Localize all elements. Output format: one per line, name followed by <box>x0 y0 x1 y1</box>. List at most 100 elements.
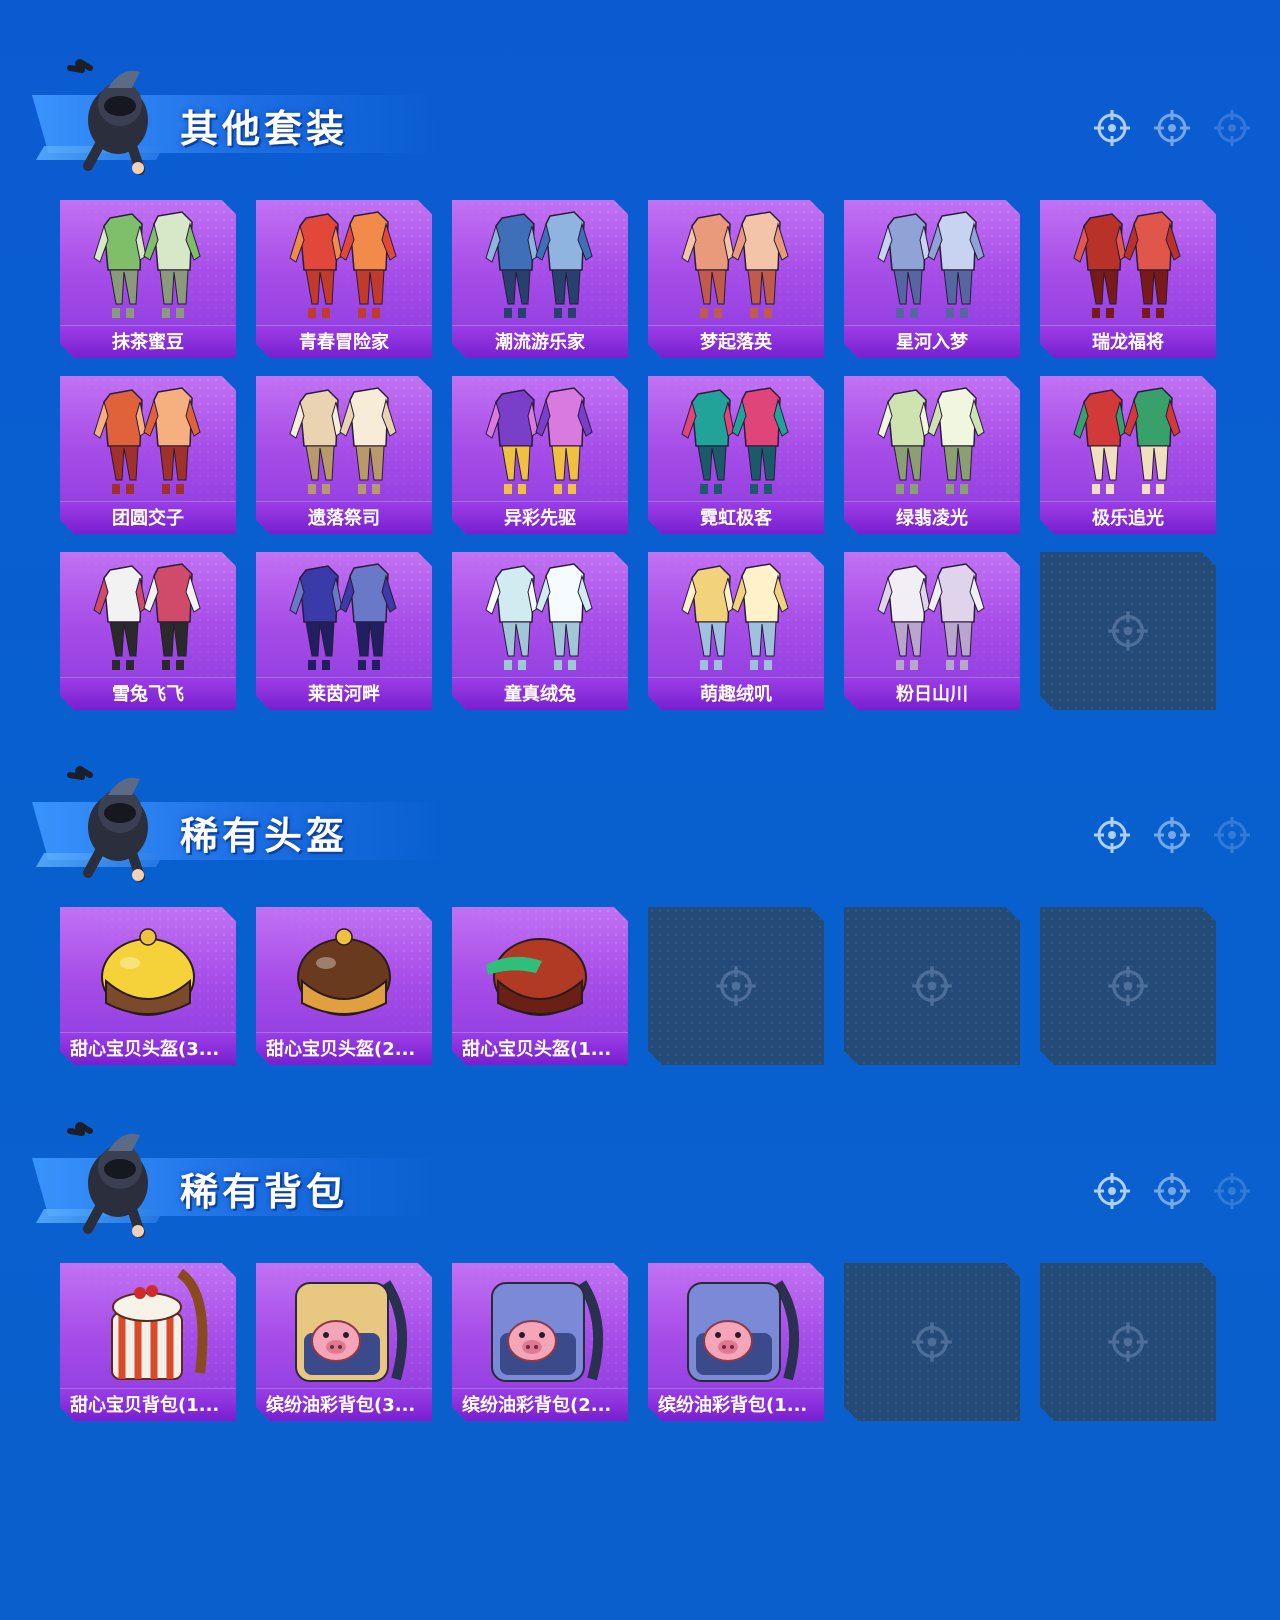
section-other-outfits: 其他套装 抹茶蜜豆 青春冒险家 潮流游乐家 梦起落英 星河入梦 瑞龙福将 团圆交… <box>0 59 1280 710</box>
item-label: 缤纷油彩背包(1... <box>648 1388 824 1421</box>
empty-slot <box>648 907 824 1065</box>
item-card[interactable]: 缤纷油彩背包(2... <box>452 1263 628 1421</box>
outfit-image <box>681 387 789 494</box>
empty-slot <box>1040 1263 1216 1421</box>
item-card[interactable]: 甜心宝贝头盔(1... <box>452 907 628 1065</box>
item-card[interactable]: 莱茵河畔 <box>256 552 432 710</box>
item-card[interactable]: 潮流游乐家 <box>452 200 628 358</box>
item-card[interactable]: 萌趣绒叽 <box>648 552 824 710</box>
outfit-image <box>93 211 201 318</box>
crosshair-icon <box>1154 110 1190 146</box>
item-label: 绿翡凌光 <box>844 501 1020 534</box>
outfit-image <box>289 563 397 670</box>
crosshair-icon <box>1154 817 1190 853</box>
skydiver-mascot-icon <box>67 59 148 175</box>
item-label: 瑞龙福将 <box>1040 325 1216 358</box>
item-card[interactable]: 团圆交子 <box>60 376 236 534</box>
item-label: 团圆交子 <box>60 501 236 534</box>
crosshair-icon <box>1108 1322 1148 1362</box>
item-card[interactable]: 雪兔飞飞 <box>60 552 236 710</box>
section-title: 稀有背包 <box>180 1170 349 1214</box>
item-card[interactable]: 甜心宝贝头盔(2... <box>256 907 432 1065</box>
backpack-image <box>491 1280 604 1382</box>
item-label: 雪兔飞飞 <box>60 677 236 710</box>
backpack-image <box>111 1268 208 1380</box>
item-label: 异彩先驱 <box>452 501 628 534</box>
empty-slot <box>1040 552 1216 710</box>
item-label: 潮流游乐家 <box>452 325 628 358</box>
outfit-image <box>1073 211 1181 318</box>
item-card[interactable]: 童真绒兔 <box>452 552 628 710</box>
item-card[interactable]: 粉日山川 <box>844 552 1020 710</box>
outfit-image <box>1073 387 1181 494</box>
item-card[interactable]: 缤纷油彩背包(3... <box>256 1263 432 1421</box>
header-decor <box>1092 815 1252 855</box>
outfit-image <box>485 211 593 318</box>
crosshair-icon <box>1214 817 1250 853</box>
item-card[interactable]: 甜心宝贝头盔(3... <box>60 907 236 1065</box>
crosshair-icon <box>1108 966 1148 1006</box>
helmet-image <box>297 928 391 1016</box>
outfit-image <box>289 211 397 318</box>
item-card[interactable]: 极乐追光 <box>1040 376 1216 534</box>
item-card[interactable]: 绿翡凌光 <box>844 376 1020 534</box>
outfit-image <box>93 387 201 494</box>
crosshair-icon <box>1154 1173 1190 1209</box>
backpack-image <box>687 1280 800 1382</box>
empty-slot <box>844 1263 1020 1421</box>
item-label: 缤纷油彩背包(2... <box>452 1388 628 1421</box>
item-card[interactable]: 遗落祭司 <box>256 376 432 534</box>
crosshair-icon <box>1214 110 1250 146</box>
item-label: 抹茶蜜豆 <box>60 325 236 358</box>
item-label: 青春冒险家 <box>256 325 432 358</box>
section-title: 稀有头盔 <box>180 814 349 858</box>
item-card[interactable]: 甜心宝贝背包(1... <box>60 1263 236 1421</box>
crosshair-icon <box>912 1322 952 1362</box>
section-header: 稀有背包 <box>0 1122 1280 1243</box>
crosshair-icon <box>912 966 952 1006</box>
item-label: 莱茵河畔 <box>256 677 432 710</box>
crosshair-icon <box>1214 1173 1250 1209</box>
item-label: 粉日山川 <box>844 677 1020 710</box>
empty-slot <box>1040 907 1216 1065</box>
outfit-image <box>681 563 789 670</box>
section-title: 其他套装 <box>180 107 349 151</box>
outfit-image <box>485 563 593 670</box>
backpack-image <box>295 1280 408 1382</box>
item-label: 遗落祭司 <box>256 501 432 534</box>
item-label: 甜心宝贝头盔(3... <box>60 1032 236 1065</box>
crosshair-icon <box>1108 611 1148 651</box>
outfit-image <box>877 387 985 494</box>
item-label: 霓虹极客 <box>648 501 824 534</box>
item-card[interactable]: 霓虹极客 <box>648 376 824 534</box>
header-decor <box>1092 108 1252 148</box>
item-card[interactable]: 异彩先驱 <box>452 376 628 534</box>
skydiver-mascot-icon <box>67 1122 148 1238</box>
section-header: 稀有头盔 <box>0 766 1280 887</box>
section-rare-helmets: 稀有头盔 甜心宝贝头盔(3... 甜心宝贝头盔(2... 甜心宝贝头盔(1... <box>0 766 1280 1065</box>
item-label: 甜心宝贝背包(1... <box>60 1388 236 1421</box>
item-card[interactable]: 瑞龙福将 <box>1040 200 1216 358</box>
outfit-image <box>93 563 201 670</box>
helmet-image <box>486 938 587 1016</box>
outfit-image <box>289 387 397 494</box>
item-card[interactable]: 抹茶蜜豆 <box>60 200 236 358</box>
item-label: 萌趣绒叽 <box>648 677 824 710</box>
item-card[interactable]: 缤纷油彩背包(1... <box>648 1263 824 1421</box>
section-rare-backpacks: 稀有背包 甜心宝贝背包(1... 缤纷油彩背包(3... 缤纷油彩背包(2... <box>0 1122 1280 1421</box>
helmet-image <box>101 928 195 1016</box>
outfit-image <box>681 211 789 318</box>
crosshair-icon <box>716 966 756 1006</box>
item-label: 缤纷油彩背包(3... <box>256 1388 432 1421</box>
item-label: 极乐追光 <box>1040 501 1216 534</box>
crosshair-icon <box>1094 1173 1130 1209</box>
item-label: 梦起落英 <box>648 325 824 358</box>
outfit-image <box>485 387 593 494</box>
item-label: 童真绒兔 <box>452 677 628 710</box>
item-card[interactable]: 青春冒险家 <box>256 200 432 358</box>
item-card[interactable]: 梦起落英 <box>648 200 824 358</box>
item-card[interactable]: 星河入梦 <box>844 200 1020 358</box>
section-header: 其他套装 <box>0 59 1280 180</box>
outfit-image <box>877 563 985 670</box>
skydiver-mascot-icon <box>67 766 148 882</box>
